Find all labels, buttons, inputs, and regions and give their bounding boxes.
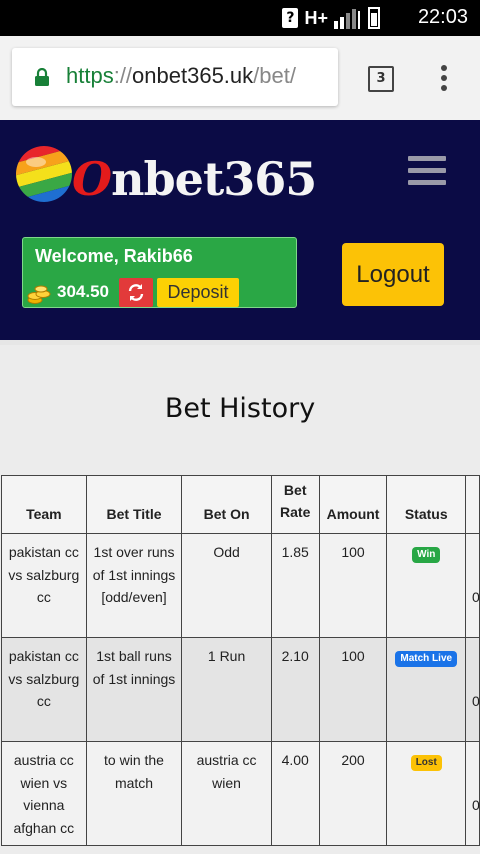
column-header-amount: Amount (318, 475, 388, 534)
logo-first-letter: O (72, 152, 112, 206)
logout-button[interactable]: Logout (342, 243, 444, 306)
logo-ball-icon (14, 144, 74, 204)
network-type: H+ (304, 7, 328, 28)
table-row: pakistan cc vs salzburg cc 1st ball runs… (1, 637, 480, 742)
coins-icon (27, 285, 51, 304)
cell-extra: 0 (472, 797, 480, 813)
column-header-bet-title: Bet Title (85, 475, 183, 534)
cell-bet-title: to win the match (85, 741, 183, 846)
signal-icon (334, 9, 360, 29)
refresh-icon (128, 284, 144, 301)
overflow-menu-icon[interactable] (440, 64, 448, 92)
column-header-overflow (465, 475, 480, 534)
cell-bet-rate: 1.85 (270, 533, 320, 638)
table-row: austria cc wien vs vienna afghan cc to w… (1, 741, 480, 846)
column-header-status: Status (386, 475, 467, 534)
url-path: /bet/ (253, 63, 296, 88)
clock: 22:03 (417, 6, 468, 28)
status-badge: Lost (410, 755, 442, 771)
cell-extra: 0 (472, 589, 480, 605)
url-scheme: https (66, 63, 114, 88)
tab-switcher-button[interactable]: 3 (368, 66, 394, 92)
bet-history-table: Team Bet Title Bet On Bet Rate Amount St… (1, 475, 480, 846)
cell-bet-rate: 2.10 (270, 637, 320, 742)
status-bar: ? H+ 22:03 (0, 0, 480, 36)
url-separator: :// (113, 63, 133, 88)
cell-amount: 200 (318, 741, 388, 846)
cell-status: Lost (386, 741, 467, 846)
battery-icon (368, 7, 380, 29)
column-header-bet-rate: Bet Rate (270, 475, 320, 534)
menu-icon[interactable] (408, 156, 446, 186)
cell-extra: 0 (472, 693, 480, 709)
cell-bet-on: 1 Run (181, 637, 272, 742)
site-header: Onbet365 Welcome, Rakib66 304.50 Deposit… (0, 120, 480, 340)
cell-team: austria cc wien vs vienna afghan cc (1, 741, 87, 846)
cell-status: Win (386, 533, 467, 638)
page-title: Bet History (164, 393, 316, 424)
main-content: Bet History Team Bet Title Bet On Bet Ra… (0, 345, 480, 854)
table-header-row: Team Bet Title Bet On Bet Rate Amount St… (1, 475, 480, 534)
address-bar[interactable]: https://onbet365.uk/bet/ (12, 48, 338, 106)
cell-overflow: 0 (465, 533, 480, 638)
cell-bet-on: austria cc wien (181, 741, 272, 846)
column-header-team: Team (1, 475, 87, 534)
url-host: onbet365.uk (132, 63, 254, 88)
column-header-bet-on: Bet On (181, 475, 272, 534)
cell-team: pakistan cc vs salzburg cc (1, 533, 87, 638)
lock-icon (35, 68, 49, 86)
cell-team: pakistan cc vs salzburg cc (1, 637, 87, 742)
cell-bet-title: 1st over runs of 1st innings [odd/even] (85, 533, 183, 638)
deposit-button[interactable]: Deposit (157, 278, 239, 307)
cell-bet-on: Odd (181, 533, 272, 638)
url-text[interactable]: https://onbet365.uk/bet/ (66, 63, 296, 89)
refresh-balance-button[interactable] (119, 278, 153, 307)
browser-toolbar: https://onbet365.uk/bet/ 3 (0, 36, 480, 120)
logo-name: nbet365 (111, 152, 317, 206)
cell-amount: 100 (318, 533, 388, 638)
cell-overflow: 0 (465, 637, 480, 742)
status-badge: Match Live (395, 651, 458, 667)
cell-amount: 100 (318, 637, 388, 742)
cell-bet-title: 1st ball runs of 1st innings (85, 637, 183, 742)
balance-amount: 304.50 (57, 282, 109, 301)
sim-icon: ? (282, 8, 299, 28)
status-icons: ? H+ (282, 7, 380, 29)
cell-bet-rate: 4.00 (270, 741, 320, 846)
welcome-text: Welcome, Rakib66 (35, 246, 193, 266)
table-row: pakistan cc vs salzburg cc 1st over runs… (1, 533, 480, 638)
site-logo[interactable]: Onbet365 (72, 152, 317, 206)
cell-status: Match Live (386, 637, 467, 742)
status-badge: Win (412, 547, 441, 563)
account-panel: Welcome, Rakib66 304.50 Deposit (22, 237, 297, 308)
cell-overflow: 0 (465, 741, 480, 846)
